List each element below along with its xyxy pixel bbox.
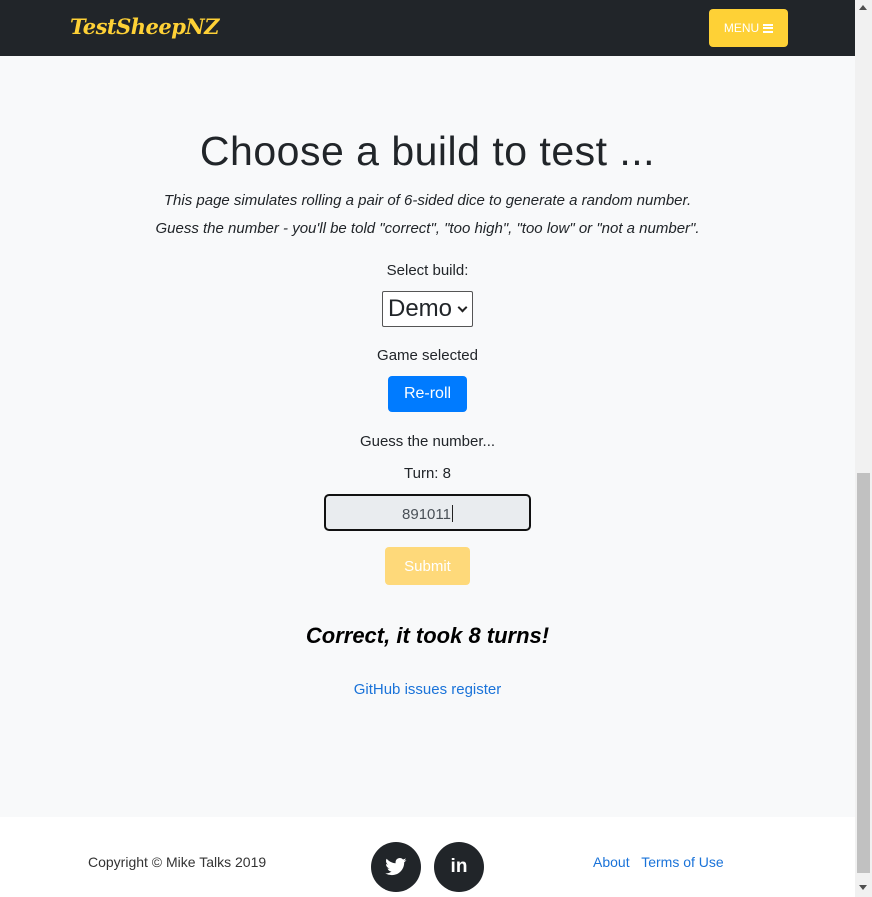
twitter-button[interactable] [371, 842, 421, 892]
guess-input-value: 891011 [402, 506, 451, 523]
copyright-text: Copyright © Mike Talks 2019 [88, 854, 267, 870]
turn-counter: Turn: 8 [404, 465, 451, 482]
submit-button[interactable]: Submit [385, 547, 470, 585]
reroll-button[interactable]: Re-roll [388, 376, 467, 412]
guess-input[interactable]: 891011 [324, 494, 531, 531]
vertical-scrollbar[interactable] [855, 0, 872, 897]
linkedin-icon: in [450, 856, 468, 877]
chevron-down-icon [457, 302, 468, 313]
scroll-down-arrow-icon[interactable] [859, 885, 867, 890]
hamburger-icon [763, 23, 774, 33]
scroll-up-arrow-icon[interactable] [859, 5, 867, 10]
text-cursor [451, 505, 453, 522]
footer-links: About Terms of Use [593, 854, 732, 870]
menu-button[interactable]: MENU [709, 9, 788, 47]
brand-logo[interactable]: TestSheepNZ [70, 14, 219, 39]
twitter-icon [385, 858, 407, 876]
description-line-1: This page simulates rolling a pair of 6-… [163, 192, 692, 209]
build-select[interactable]: Demo [382, 291, 473, 327]
result-message: Correct, it took 8 turns! [305, 623, 550, 648]
game-status: Game selected [377, 347, 478, 364]
about-link[interactable]: About [593, 854, 630, 870]
select-build-label: Select build: [386, 262, 469, 279]
guess-prompt: Guess the number... [359, 433, 496, 450]
github-issues-link[interactable]: GitHub issues register [0, 681, 855, 698]
scrollbar-thumb[interactable] [857, 473, 870, 873]
main-content: Choose a build to test ... This page sim… [0, 56, 855, 817]
footer: Copyright © Mike Talks 2019 in About Ter… [0, 817, 855, 897]
terms-of-use-link[interactable]: Terms of Use [641, 854, 723, 870]
page: TestSheepNZ MENU Choose a build to test … [0, 0, 855, 897]
linkedin-button[interactable]: in [434, 842, 484, 892]
menu-label: MENU [723, 21, 760, 35]
navbar: TestSheepNZ MENU [0, 0, 855, 56]
description-line-2: Guess the number - you'll be told "corre… [155, 220, 700, 237]
page-title: Choose a build to test ... [199, 128, 656, 174]
build-select-value: Demo [388, 295, 453, 322]
